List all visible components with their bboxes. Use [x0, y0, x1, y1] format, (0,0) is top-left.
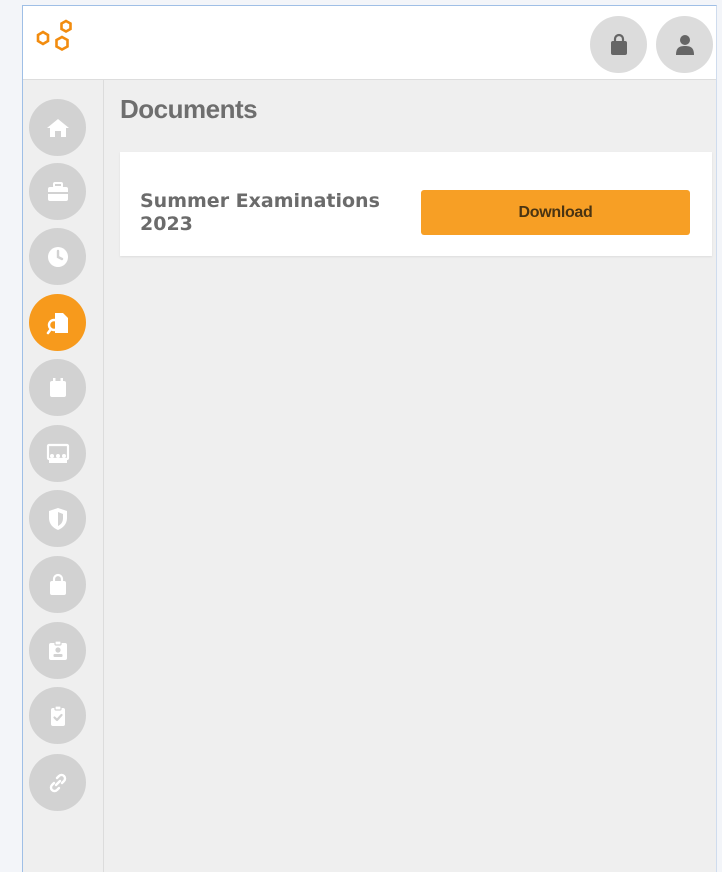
sidebar-item-home[interactable] [29, 99, 86, 156]
hexagon-logo-icon[interactable] [33, 16, 73, 64]
app-window: Documents Summer Examinations 2023 Downl… [22, 5, 717, 872]
sidebar-item-calendar[interactable] [29, 359, 86, 416]
page-title: Documents [120, 94, 258, 124]
document-card: Summer Examinations 2023 Download [120, 152, 712, 256]
sidebar-item-security[interactable] [29, 490, 86, 547]
clock-icon [47, 246, 68, 267]
calendar-icon [49, 377, 66, 397]
sidebar-item-jobs[interactable] [29, 163, 86, 220]
sidebar-nav [23, 80, 104, 872]
documents-icon [46, 312, 68, 334]
sidebar-item-tasks[interactable] [29, 687, 86, 744]
download-button[interactable]: Download [421, 190, 690, 235]
link-icon [49, 773, 66, 792]
sidebar-item-profile-card[interactable] [29, 622, 86, 679]
user-icon [675, 34, 694, 55]
document-name: Summer Examinations 2023 [140, 190, 380, 235]
sidebar-item-shop[interactable] [29, 556, 86, 613]
shopping-bag-icon [49, 573, 66, 595]
sidebar-item-training[interactable] [29, 425, 86, 482]
top-bar [23, 6, 716, 80]
home-icon [46, 118, 69, 137]
sidebar-item-links[interactable] [29, 754, 86, 811]
shopping-bag-icon [610, 33, 627, 55]
shop-button[interactable] [590, 16, 647, 73]
clipboard-check-icon [50, 704, 65, 726]
id-badge-icon [48, 639, 67, 660]
presentation-icon [46, 443, 69, 463]
sidebar-item-documents[interactable] [29, 294, 86, 351]
briefcase-icon [47, 181, 68, 201]
user-profile-button[interactable] [656, 16, 713, 73]
sidebar-item-history[interactable] [29, 228, 86, 285]
shield-icon [48, 507, 67, 530]
